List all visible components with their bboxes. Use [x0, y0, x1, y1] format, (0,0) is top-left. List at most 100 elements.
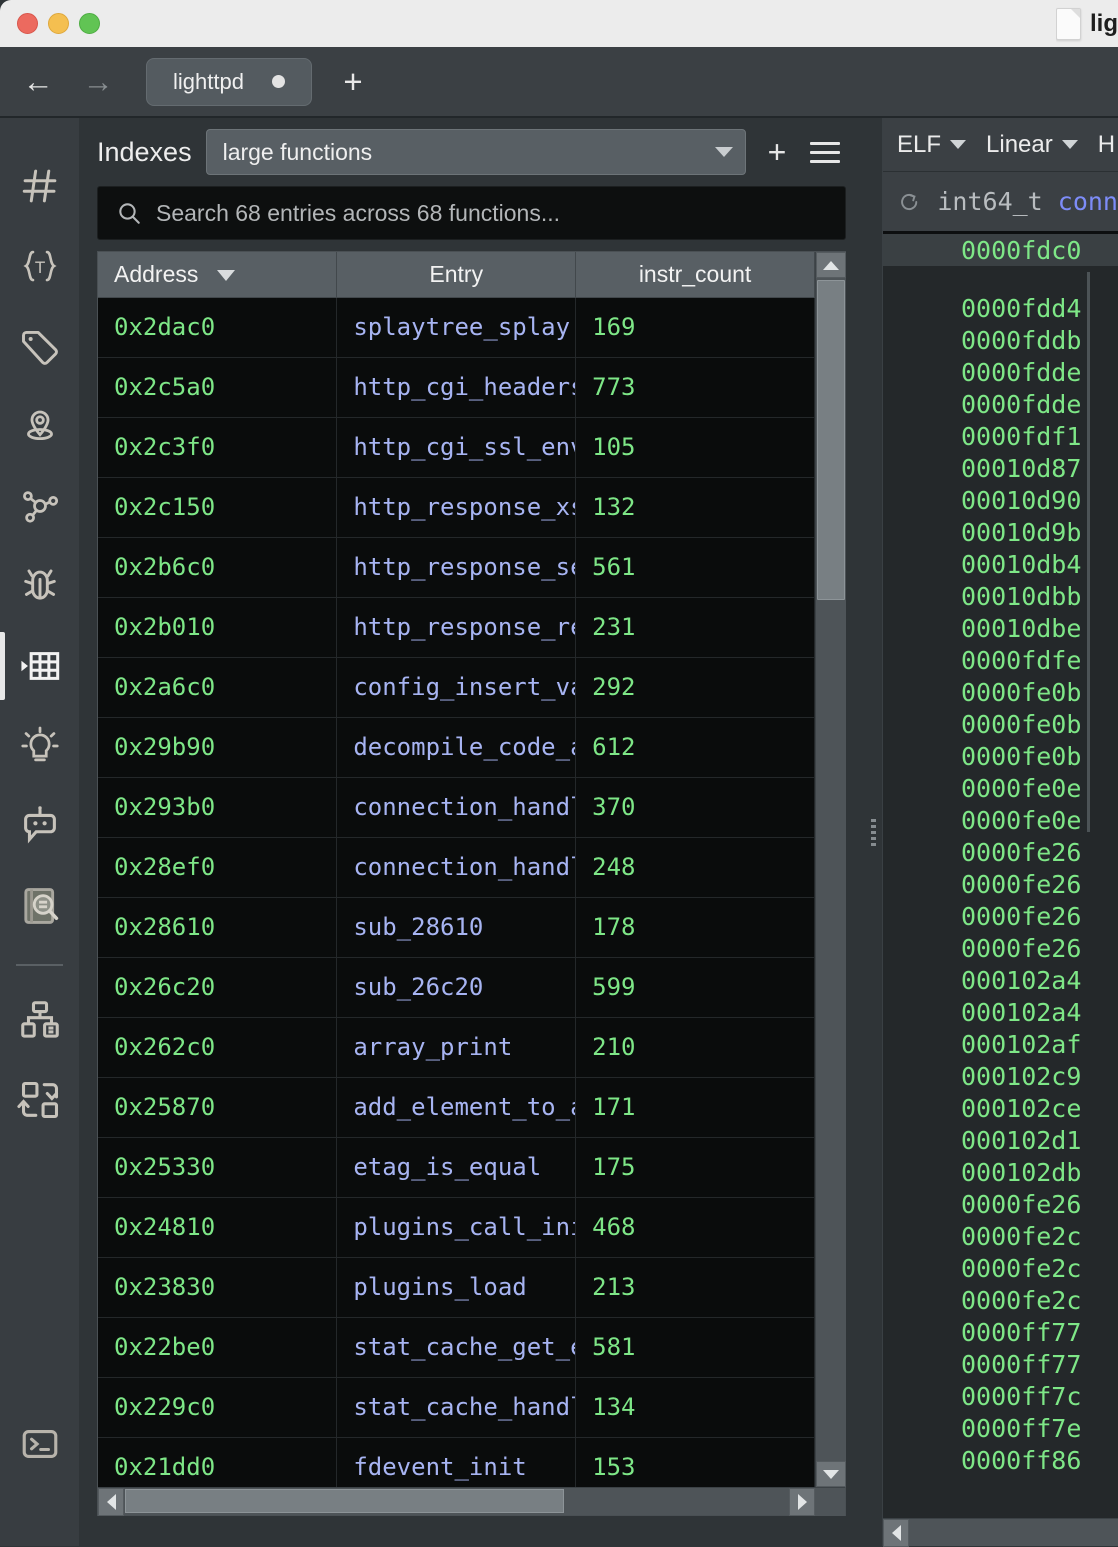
- table-row[interactable]: 0x25330 etag_is_equal 175: [98, 1137, 815, 1198]
- arrow-right-icon[interactable]: →: [76, 60, 120, 104]
- sidebar-item-hierarchy[interactable]: [0, 980, 79, 1060]
- sidebar-item-assistant[interactable]: [0, 786, 79, 866]
- table-row[interactable]: 0x22be0stat_cache_get_entry581: [98, 1317, 815, 1378]
- table-row[interactable]: 0x23830 plugins_load 213: [98, 1257, 815, 1318]
- disassembly-line[interactable]: 0000ff7c: [883, 1380, 1118, 1412]
- scroll-left-button[interactable]: [98, 1487, 124, 1516]
- scroll-right-button[interactable]: [789, 1487, 815, 1516]
- disassembly-line[interactable]: 000102af: [883, 1028, 1118, 1060]
- disassembly-line[interactable]: 0000fdd4: [883, 292, 1118, 324]
- disassembly-line[interactable]: 0000fe26: [883, 932, 1118, 964]
- table-row[interactable]: 0x2c3f0 http_cgi_ssl_env 105: [98, 417, 815, 478]
- disassembly-line[interactable]: 0000fe2c: [883, 1284, 1118, 1316]
- table-row[interactable]: 0x28610 sub_28610 178: [98, 897, 815, 958]
- table-row[interactable]: 0x2b010http_response_redirect_to_dir231: [98, 597, 815, 658]
- disassembly-line[interactable]: 0000fe2c: [883, 1220, 1118, 1252]
- scroll-up-button[interactable]: [815, 252, 846, 278]
- disassembly-line[interactable]: 0000fddb: [883, 324, 1118, 356]
- disassembly-line[interactable]: 0000ff7e: [883, 1412, 1118, 1444]
- sidebar-item-symbols[interactable]: [0, 146, 79, 226]
- disassembly-line[interactable]: 00010dbe: [883, 612, 1118, 644]
- disassembly-line[interactable]: 0000fe0b: [883, 676, 1118, 708]
- disassembly-line[interactable]: 0000ff86: [883, 1444, 1118, 1476]
- disassembly-line[interactable]: 000102a4: [883, 996, 1118, 1028]
- disassembly-line[interactable]: 000102a4: [883, 964, 1118, 996]
- column-header-instr-count[interactable]: instr_count: [575, 252, 815, 298]
- disassembly-line[interactable]: 000102d1: [883, 1124, 1118, 1156]
- table-row[interactable]: 0x229c0stat_cache_handle_fdevent134: [98, 1377, 815, 1438]
- tab-lighttpd[interactable]: lighttpd: [146, 57, 312, 106]
- disassembly-line[interactable]: 0000fdde: [883, 356, 1118, 388]
- panel-splitter[interactable]: [864, 118, 882, 1546]
- disassembly-line[interactable]: 0000ff77: [883, 1348, 1118, 1380]
- disassembly-line[interactable]: 0000fe26: [883, 836, 1118, 868]
- disassembly-line[interactable]: 00010d87: [883, 452, 1118, 484]
- disassembly-line[interactable]: 0000fe0e: [883, 772, 1118, 804]
- index-select-dropdown[interactable]: large functions: [205, 129, 746, 175]
- table-row[interactable]: 0x29b90decompile_code_analyze612: [98, 717, 815, 778]
- disassembly-line[interactable]: 00010d90: [883, 484, 1118, 516]
- disassembly-line[interactable]: 00010d9b: [883, 516, 1118, 548]
- il-level-dropdown[interactable]: H: [1098, 131, 1115, 159]
- add-index-button[interactable]: +: [760, 136, 794, 168]
- arrow-left-icon[interactable]: ←: [16, 60, 60, 104]
- sidebar-item-call-graph[interactable]: [0, 466, 79, 546]
- hamburger-menu-icon[interactable]: [808, 141, 842, 163]
- vscroll-track[interactable]: [815, 278, 846, 1461]
- disassembly-line[interactable]: 000102db: [883, 1156, 1118, 1188]
- maximize-window-button[interactable]: [79, 13, 100, 34]
- disassembly-line[interactable]: 0000fe2c: [883, 1252, 1118, 1284]
- sidebar-item-tags[interactable]: [0, 306, 79, 386]
- disassembly-lines[interactable]: 0000fdc0 0000fdd4 0000fddb 0000fdde 0000fdd…: [883, 234, 1118, 1518]
- disassembly-line[interactable]: 000102c9: [883, 1060, 1118, 1092]
- table-row[interactable]: 0x24810 plugins_call_init 468: [98, 1197, 815, 1258]
- disassembly-horizontal-scrollbar[interactable]: [883, 1518, 1118, 1547]
- disassembly-line[interactable]: 0000fdde: [883, 388, 1118, 420]
- disassembly-line[interactable]: 0000fdf1: [883, 420, 1118, 452]
- table-row[interactable]: 0x2c5a0 http_cgi_headers 773: [98, 357, 815, 418]
- sidebar-item-debugger[interactable]: [0, 546, 79, 626]
- hscroll-thumb[interactable]: [125, 1488, 564, 1513]
- sidebar-item-terminal[interactable]: [0, 1404, 79, 1484]
- table-row[interactable]: 0x293b0connection_handle_read_post_state…: [98, 777, 815, 838]
- table-row[interactable]: 0x28ef0connection_handle_read248: [98, 837, 815, 898]
- table-row[interactable]: 0x2a6c0config_insert_values_internal292: [98, 657, 815, 718]
- view-type-dropdown[interactable]: ELF: [897, 131, 967, 159]
- close-window-button[interactable]: [17, 13, 38, 34]
- sidebar-item-notebook-search[interactable]: [0, 866, 79, 946]
- search-input[interactable]: Search 68 entries across 68 functions...: [97, 186, 846, 240]
- table-row[interactable]: 0x25870add_element_to_array171: [98, 1077, 815, 1138]
- disassembly-line[interactable]: 0000fe0e: [883, 804, 1118, 836]
- minimize-window-button[interactable]: [48, 13, 69, 34]
- table-row[interactable]: 0x2c150http_response_xsendfile132: [98, 477, 815, 538]
- column-header-entry[interactable]: Entry: [336, 252, 577, 298]
- disassembly-line[interactable]: 0000fe26: [883, 900, 1118, 932]
- view-mode-dropdown[interactable]: Linear: [986, 131, 1078, 159]
- plus-icon[interactable]: +: [335, 65, 371, 98]
- table-row[interactable]: 0x262c0 array_print 210: [98, 1017, 815, 1078]
- disassembly-line[interactable]: 0000fe26: [883, 1188, 1118, 1220]
- disassembly-line[interactable]: 00010db4: [883, 548, 1118, 580]
- hscroll-track[interactable]: [124, 1488, 789, 1516]
- disassembly-line[interactable]: 0000fe0b: [883, 740, 1118, 772]
- table-row[interactable]: 0x26c20 sub_26c20 599: [98, 957, 815, 1018]
- sidebar-item-insights[interactable]: [0, 706, 79, 786]
- sidebar-item-cross-references[interactable]: [0, 1060, 79, 1140]
- sidebar-item-types[interactable]: T: [0, 226, 79, 306]
- table-vertical-scrollbar[interactable]: [815, 252, 846, 1487]
- vscroll-thumb[interactable]: [816, 280, 845, 600]
- table-row[interactable]: 0x2dac0 splaytree_splay 169: [98, 297, 815, 358]
- column-header-address[interactable]: Address: [98, 252, 338, 298]
- scroll-down-button[interactable]: [815, 1461, 846, 1487]
- disassembly-line[interactable]: 000102ce: [883, 1092, 1118, 1124]
- table-horizontal-scrollbar[interactable]: [98, 1487, 845, 1516]
- disassembly-line[interactable]: 00010dbb: [883, 580, 1118, 612]
- disassembly-line[interactable]: 0000fe0b: [883, 708, 1118, 740]
- disassembly-line[interactable]: 0000fe26: [883, 868, 1118, 900]
- sidebar-item-bookmarks[interactable]: [0, 386, 79, 466]
- disassembly-line[interactable]: 0000fdfe: [883, 644, 1118, 676]
- disassembly-line[interactable]: 0000ff77: [883, 1316, 1118, 1348]
- sidebar-item-indexes[interactable]: [0, 626, 79, 706]
- disasm-scroll-left-button[interactable]: [883, 1518, 909, 1547]
- table-row[interactable]: 0x2b6c0http_response_send_file561: [98, 537, 815, 598]
